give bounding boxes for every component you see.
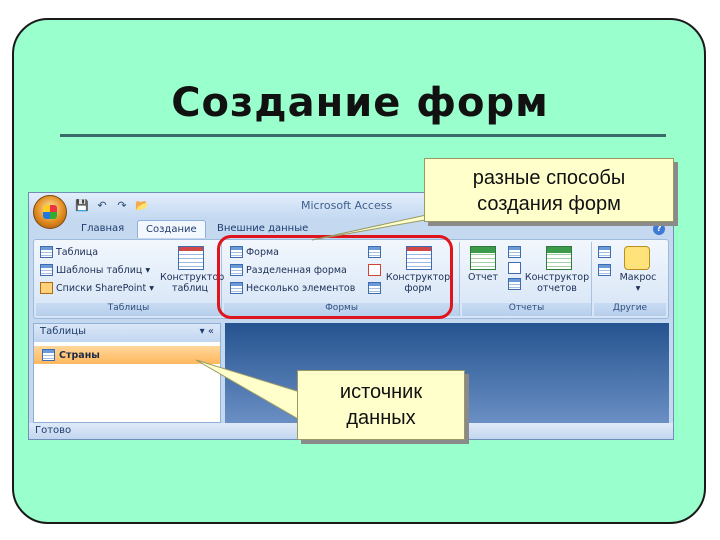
slide-title: Создание форм (171, 80, 549, 126)
nav-pane-title: Таблицы (40, 326, 86, 337)
table-designer-label[interactable]: Конструктор таблиц (160, 272, 224, 294)
quick-access-toolbar: 💾 ↶ ↷ 📂 (75, 198, 149, 212)
window-title: Microsoft Access (301, 199, 393, 212)
ways-callout-text: разные способы создания форм (472, 167, 626, 215)
nav-item-label: Страны (59, 349, 100, 361)
group-other-label: Другие (594, 303, 666, 316)
redo-icon[interactable]: ↷ (115, 198, 129, 212)
table-icon (42, 349, 55, 361)
table-button-label: Таблица (56, 246, 99, 258)
sharepoint-icon (40, 282, 53, 294)
table-templates-button[interactable]: Шаблоны таблиц ▾ (40, 264, 150, 276)
report-designer-label[interactable]: Конструктор отчетов (524, 272, 590, 294)
group-other: Макрос ▾ Другие (594, 242, 666, 316)
group-tables-label: Таблицы (36, 303, 221, 316)
ways-callout: разные способы создания форм (424, 158, 674, 222)
table-icon (40, 246, 53, 258)
nav-pane-header[interactable]: Таблицы ▾ « (34, 324, 220, 342)
title-divider (60, 134, 666, 137)
blank-report-icon[interactable] (508, 262, 521, 274)
navigation-pane: Таблицы ▾ « Страны (33, 323, 221, 423)
tab-create[interactable]: Создание (137, 220, 206, 238)
macro-label[interactable]: Макрос ▾ (614, 272, 662, 294)
forms-group-highlight (217, 235, 453, 319)
open-icon[interactable]: 📂 (135, 198, 149, 212)
report-designer-icon[interactable] (546, 246, 572, 270)
tab-home[interactable]: Главная (73, 220, 132, 237)
status-text: Готово (35, 425, 72, 436)
group-reports: Отчет Конструктор отчетов Отчеты (462, 242, 592, 316)
source-callout-text: источник данных (339, 381, 423, 429)
query-designer-icon[interactable] (598, 264, 611, 276)
query-wizard-icon[interactable] (598, 246, 611, 258)
nav-item-countries[interactable]: Страны (34, 346, 220, 364)
source-callout: источник данных (297, 370, 465, 440)
macro-icon[interactable] (624, 246, 650, 270)
undo-icon[interactable]: ↶ (95, 198, 109, 212)
table-designer-icon[interactable] (178, 246, 204, 270)
table-button[interactable]: Таблица (40, 246, 98, 258)
report-label[interactable]: Отчет (464, 272, 502, 283)
report-wizard-icon[interactable] (508, 278, 521, 290)
save-icon[interactable]: 💾 (75, 198, 89, 212)
nav-pane-controls[interactable]: ▾ « (200, 326, 214, 340)
table-templates-icon (40, 264, 53, 276)
office-button[interactable] (33, 195, 67, 229)
group-reports-label: Отчеты (462, 303, 591, 316)
help-icon[interactable]: ? (653, 223, 665, 235)
labels-icon[interactable] (508, 246, 521, 258)
report-icon[interactable] (470, 246, 496, 270)
group-tables: Таблица Шаблоны таблиц ▾ Списки SharePoi… (36, 242, 224, 316)
sharepoint-lists-button[interactable]: Списки SharePoint ▾ (40, 282, 154, 294)
sharepoint-lists-label: Списки SharePoint ▾ (56, 282, 154, 294)
office-logo-icon (43, 205, 57, 219)
table-templates-label: Шаблоны таблиц ▾ (56, 264, 151, 276)
